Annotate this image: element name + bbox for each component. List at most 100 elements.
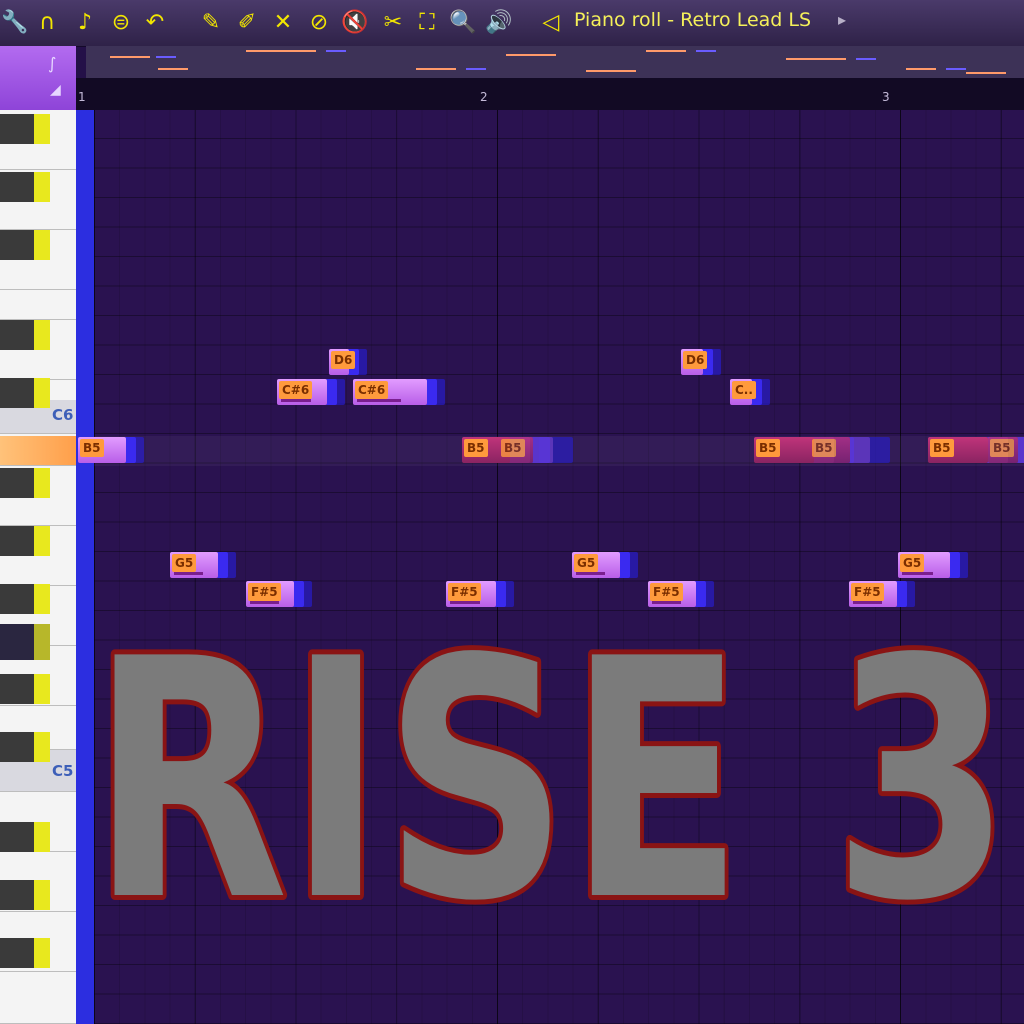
- velocity-bar: [174, 572, 203, 575]
- overview-mark: [506, 54, 556, 56]
- velocity-bar: [281, 399, 311, 402]
- key-label-c5: C5: [52, 762, 74, 780]
- window-title[interactable]: Piano roll - Retro Lead LS: [574, 9, 811, 31]
- menu-circle-icon[interactable]: ⊜: [106, 8, 136, 38]
- note-label: G5: [172, 554, 197, 572]
- overview-mark: [646, 50, 686, 52]
- note-b5[interactable]: B5: [78, 437, 126, 463]
- playback-icon[interactable]: 🔊: [484, 8, 514, 38]
- note-g5[interactable]: G5: [898, 552, 950, 578]
- overview-mark: [110, 56, 150, 58]
- piano-key-black[interactable]: [0, 880, 50, 910]
- bar-number: 1: [78, 90, 86, 104]
- overview-mark: [246, 50, 316, 52]
- piano-key-white[interactable]: [0, 290, 76, 320]
- slice-icon[interactable]: ✂: [378, 8, 408, 38]
- note-label: B5: [930, 439, 954, 457]
- note-d6[interactable]: D6: [681, 349, 708, 375]
- pencil-icon[interactable]: ✎: [196, 8, 226, 38]
- piano-key-black[interactable]: [0, 674, 50, 704]
- eraser-icon[interactable]: ✕: [268, 8, 298, 38]
- piano-roll-toolbar: 🔧 ∩ ♪ ⊜ ↶ ✎ ✐ ✕ ⊘ 🔇 ✂ ⛶ 🔍 🔊 ◁ Piano roll…: [0, 0, 1024, 47]
- overview-strip: [110, 50, 1006, 74]
- velocity-bar: [902, 572, 934, 575]
- note-label: B5: [812, 439, 836, 457]
- rise-3-title-art: RISE 3: [86, 585, 1016, 965]
- wrench-icon[interactable]: 🔧: [0, 8, 30, 38]
- mute-icon[interactable]: 🔇: [340, 8, 370, 38]
- note-label: B5: [80, 439, 104, 457]
- note-b5[interactable]: B5: [754, 437, 814, 463]
- paint-brush-icon[interactable]: ✐: [232, 8, 262, 38]
- piano-key-black[interactable]: [0, 584, 50, 614]
- piano-key-black[interactable]: [0, 938, 50, 968]
- note-label: G5: [574, 554, 599, 572]
- note-label: C..: [732, 381, 756, 399]
- overview-mark: [786, 58, 846, 60]
- overview-mark: [966, 72, 1006, 74]
- note-d6[interactable]: D6: [329, 349, 356, 375]
- title-text: RISE 3: [91, 589, 1011, 965]
- envelope-icon[interactable]: ∫: [48, 54, 56, 73]
- piano-key-black[interactable]: [0, 320, 50, 350]
- piano-key-b5[interactable]: [0, 436, 76, 466]
- title-arrow-icon[interactable]: ▸: [838, 10, 846, 29]
- bar-number: 2: [480, 90, 488, 104]
- overview-mark: [856, 58, 876, 60]
- highlight-row: [94, 436, 1024, 466]
- note-label: B5: [501, 439, 525, 457]
- note-label: C#6: [355, 381, 389, 399]
- speaker-icon[interactable]: ◁: [536, 8, 566, 38]
- overview-mark: [586, 70, 636, 72]
- delete-icon[interactable]: ⊘: [304, 8, 334, 38]
- overview-mark: [946, 68, 966, 70]
- note-label: G5: [900, 554, 925, 572]
- piano-key-black[interactable]: [0, 526, 50, 556]
- piano-key-black[interactable]: [0, 114, 50, 144]
- note-g5[interactable]: G5: [170, 552, 218, 578]
- key-label-c6: C6: [52, 406, 74, 424]
- resize-corner-icon: ◢: [50, 82, 61, 98]
- note-b5[interactable]: B5: [499, 437, 533, 463]
- note-label: D6: [331, 351, 356, 369]
- piano-key-white[interactable]: [0, 972, 76, 1024]
- note-csharp6[interactable]: C#6: [353, 379, 427, 405]
- note-b5[interactable]: B5: [988, 437, 1018, 463]
- piano-key-black[interactable]: [0, 468, 50, 498]
- timeline-ruler[interactable]: 1 2 3: [76, 78, 1024, 110]
- tool-corner[interactable]: ∫ ◢: [0, 46, 76, 110]
- velocity-bar: [576, 572, 605, 575]
- piano-key-black[interactable]: [0, 624, 50, 660]
- note-c6[interactable]: C..: [730, 379, 756, 405]
- music-note-icon[interactable]: ♪: [70, 8, 100, 38]
- overview-mark: [156, 56, 176, 58]
- velocity-bar: [357, 399, 402, 402]
- undo-icon[interactable]: ↶: [140, 8, 170, 38]
- piano-key-black[interactable]: [0, 172, 50, 202]
- pattern-overview[interactable]: [86, 46, 1024, 79]
- piano-key-black[interactable]: [0, 378, 50, 408]
- note-csharp6[interactable]: C#6: [277, 379, 327, 405]
- note-g5[interactable]: G5: [572, 552, 620, 578]
- note-label: B5: [990, 439, 1014, 457]
- note-label: B5: [756, 439, 780, 457]
- zoom-icon[interactable]: 🔍: [448, 8, 478, 38]
- note-label: C#6: [279, 381, 313, 399]
- piano-key-black[interactable]: [0, 230, 50, 260]
- overview-mark: [466, 68, 486, 70]
- overview-mark: [906, 68, 936, 70]
- bar-number: 3: [882, 90, 890, 104]
- overview-mark: [158, 68, 188, 70]
- note-b5[interactable]: B5: [810, 437, 850, 463]
- piano-key-black[interactable]: [0, 822, 50, 852]
- magnet-icon[interactable]: ∩: [32, 8, 62, 38]
- note-label: B5: [464, 439, 488, 457]
- overview-mark: [696, 50, 716, 52]
- note-b5[interactable]: B5: [928, 437, 988, 463]
- select-icon[interactable]: ⛶: [412, 8, 442, 38]
- overview-mark: [326, 50, 346, 52]
- piano-key-black[interactable]: [0, 732, 50, 762]
- overview-mark: [416, 68, 456, 70]
- piano-keyboard[interactable]: C6 C5: [0, 110, 76, 1024]
- note-label: D6: [683, 351, 708, 369]
